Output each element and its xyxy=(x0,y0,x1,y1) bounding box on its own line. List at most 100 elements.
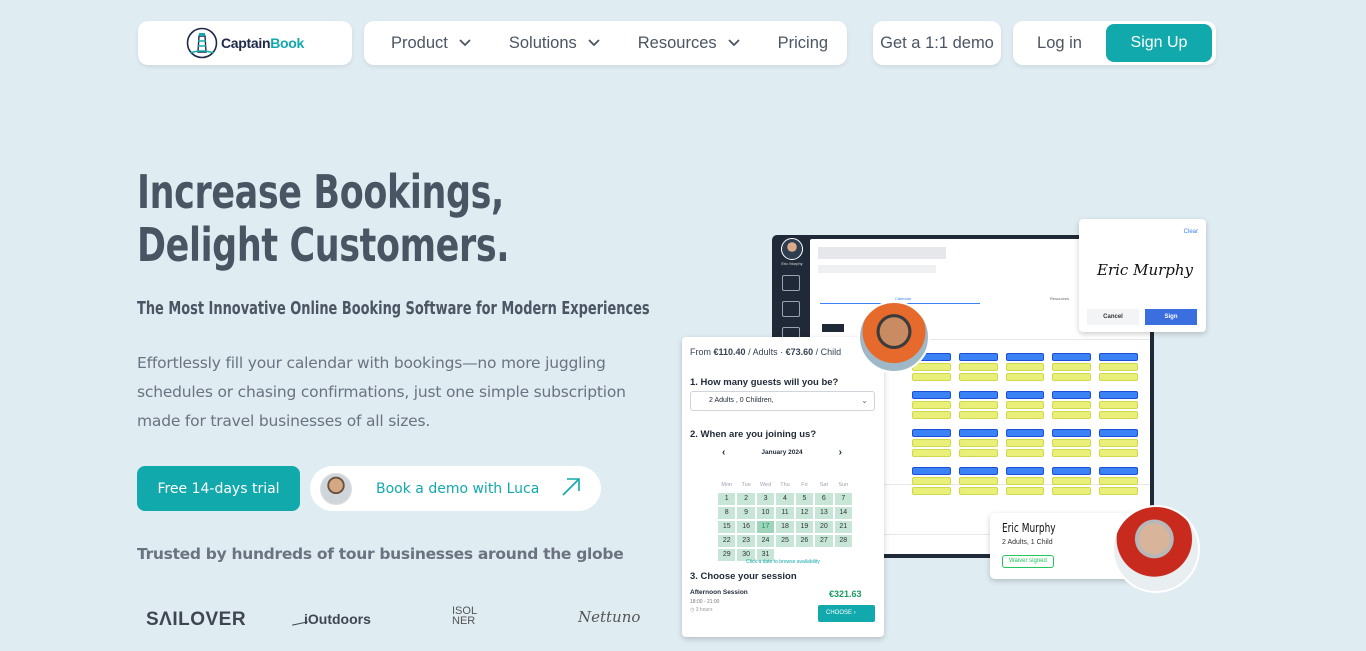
calendar-week-row xyxy=(912,353,1138,383)
avatar xyxy=(320,472,352,505)
date-cell: 24 xyxy=(756,535,775,547)
adult-unit: / Adults xyxy=(748,347,778,357)
price-line: From €110.40 / Adults · €73.60 / Child xyxy=(690,347,842,357)
date-cell: 9 xyxy=(737,507,755,519)
chevron-right-icon: › xyxy=(853,610,856,616)
signature-cancel: Cancel xyxy=(1087,309,1139,325)
guest-name: Eric Murphy xyxy=(1002,521,1056,535)
calendar-cell xyxy=(1052,391,1092,421)
lighthouse-icon xyxy=(186,27,218,59)
chevron-down-icon: ⌄ xyxy=(861,396,868,405)
session-time: 18:00 - 21:00 xyxy=(690,599,720,605)
logo-ioutdoors: iOutdoors xyxy=(292,611,371,627)
date-picker: Mon Tue Wed Thu Fri Sat Sun 1 2 3 4 5 6 7 8 9 10 11 12 13 14… xyxy=(718,479,852,561)
date-cell: 10 xyxy=(756,507,775,519)
book-demo-button[interactable]: Book a demo with Luca xyxy=(310,466,601,511)
nav-item-solutions[interactable]: Solutions xyxy=(509,34,600,53)
date-cell: 6 xyxy=(815,493,833,505)
choose-label: CHOOSE xyxy=(826,610,853,616)
nav-item-label: Resources xyxy=(637,33,717,52)
chevron-down-icon xyxy=(459,39,471,47)
calendar-cell xyxy=(958,353,998,383)
session-price: €321.63 xyxy=(829,589,862,599)
guests-select: 2 Adults , 0 Children, ⌄ xyxy=(690,391,875,411)
hero-title-line: Increase Bookings, xyxy=(137,165,504,219)
calendar-cell xyxy=(1052,353,1092,383)
waiver-badge: Waiver signed xyxy=(1002,555,1054,568)
child-price: €73.60 xyxy=(785,347,814,357)
calendar-cell xyxy=(1099,391,1138,421)
auth-group: Log in Sign Up xyxy=(1013,21,1216,65)
calendar-icon xyxy=(782,275,800,291)
choose-button: CHOOSE › xyxy=(818,605,875,622)
session-duration-text: 3 hours xyxy=(695,607,713,613)
date-cell: 17 xyxy=(756,521,775,533)
nav-item-resources[interactable]: Resources xyxy=(638,34,740,53)
date-cell: 20 xyxy=(815,521,833,533)
logo-ioutdoors-text: iOutdoors xyxy=(304,611,371,627)
book-demo-label: Book a demo with Luca xyxy=(376,480,540,497)
session-name: Afternoon Session xyxy=(690,589,748,596)
weekday-label: Fri xyxy=(801,482,808,488)
weekday-label: Sat xyxy=(819,482,828,488)
calendar-cell xyxy=(912,429,951,459)
calendar-cell xyxy=(1005,353,1045,383)
nav-item-product[interactable]: Product xyxy=(391,34,471,53)
date-cell: 14 xyxy=(834,507,852,519)
weekday-label: Thu xyxy=(780,482,790,488)
main-nav: Product Solutions Resources Pricing xyxy=(364,21,847,65)
calendar-cell xyxy=(1099,353,1138,383)
free-trial-button[interactable]: Free 14-days trial xyxy=(137,466,300,511)
logo-sailover: SΛILOVER xyxy=(146,609,247,630)
date-cell: 26 xyxy=(795,535,814,547)
date-cell: 7 xyxy=(834,493,852,505)
nav-item-label: Product xyxy=(391,33,448,52)
signature-name: Eric Murphy xyxy=(1097,261,1194,279)
date-cell: 28 xyxy=(834,535,852,547)
signature-clear: Clear xyxy=(1183,229,1198,235)
calendar-week-row xyxy=(912,467,1138,497)
date-cell: 18 xyxy=(776,521,794,533)
nav-item-pricing[interactable]: Pricing xyxy=(778,34,828,53)
calendar-cell xyxy=(912,391,951,421)
logo[interactable]: CaptainBook xyxy=(138,21,352,65)
get-demo-button[interactable]: Get a 1:1 demo xyxy=(873,21,1001,65)
calendar-cell xyxy=(958,467,998,497)
date-cell: 27 xyxy=(815,535,833,547)
question-session: 3. Choose your session xyxy=(690,571,797,582)
customer-photo xyxy=(858,301,930,373)
date-cell: 11 xyxy=(776,507,794,519)
booking-form: From €110.40 / Adults · €73.60 / Child 1… xyxy=(682,337,884,637)
calendar-year: 2024 xyxy=(788,449,803,456)
date-cell: 5 xyxy=(795,493,814,505)
nav-item-label: Pricing xyxy=(777,33,829,52)
login-button[interactable]: Log in xyxy=(1013,34,1106,53)
date-cell: 22 xyxy=(718,535,736,547)
calendar-cell xyxy=(1099,429,1138,459)
hero-subtitle: The Most Innovative Online Booking Softw… xyxy=(137,299,650,319)
calendar-cell xyxy=(958,429,998,459)
question-guests: 1. How many guests will you be? xyxy=(690,377,839,388)
question-date: 2. When are you joining us? xyxy=(690,429,817,440)
date-cell: 13 xyxy=(815,507,833,519)
price-from: From xyxy=(690,347,711,357)
prev-button xyxy=(822,324,844,332)
date-cell: 19 xyxy=(795,521,814,533)
logo-nettuno: Nettuno xyxy=(578,608,641,626)
calendar-hint: Click a date to browse availability xyxy=(746,559,820,565)
signature-sign: Sign xyxy=(1145,309,1197,325)
calendar-cell xyxy=(1005,391,1045,421)
date-cell: 23 xyxy=(737,535,755,547)
chevron-left-icon: ‹ xyxy=(722,447,726,458)
date-cell: 21 xyxy=(834,521,852,533)
document-icon xyxy=(782,301,800,317)
weekday-label: Sun xyxy=(838,482,849,488)
date-cell: 3 xyxy=(756,493,775,505)
hero-illustration: Eric Murphy Calendar Resources Clear Eri… xyxy=(680,215,1210,645)
date-cell: 15 xyxy=(718,521,736,533)
signup-button[interactable]: Sign Up xyxy=(1106,24,1212,62)
weekday-label: Tue xyxy=(741,482,751,488)
adult-price: €110.40 xyxy=(713,347,746,357)
calendar-week-row xyxy=(912,429,1138,459)
chevron-right-icon: › xyxy=(838,447,842,458)
